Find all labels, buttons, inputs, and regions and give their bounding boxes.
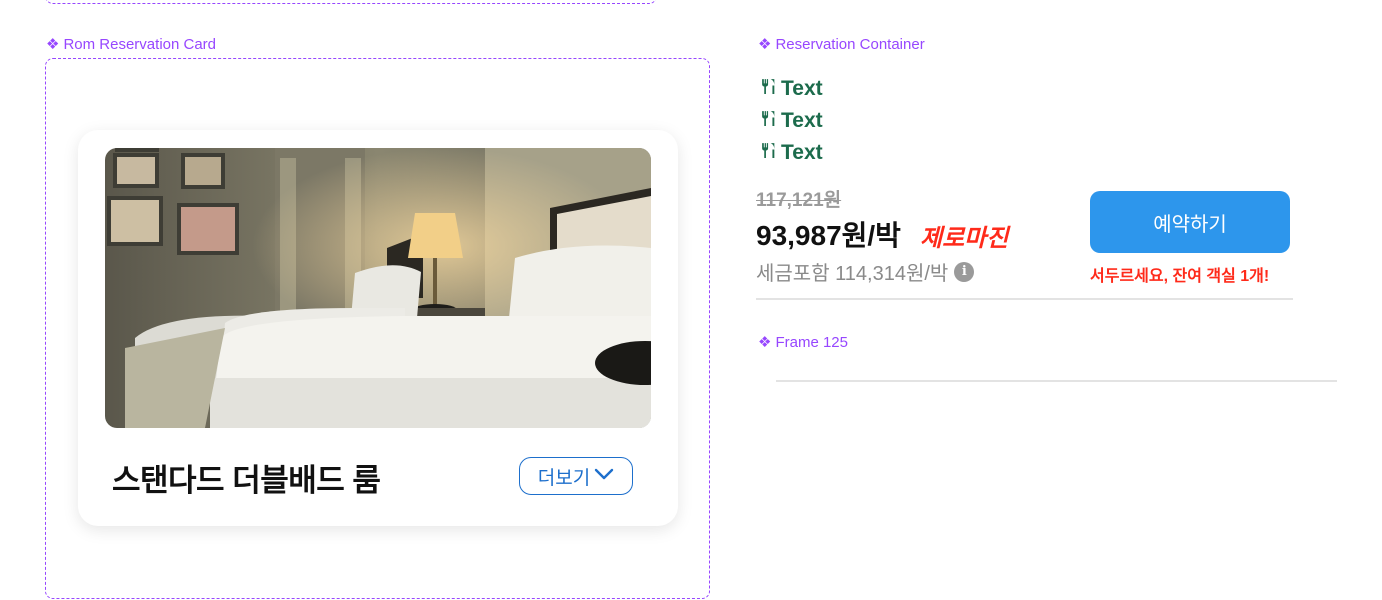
divider — [776, 380, 1337, 382]
info-icon[interactable]: i — [954, 261, 975, 282]
reservation-container-component-label: ❖ Reservation Container — [758, 36, 925, 53]
room-card-component-name: Rom Reservation Card — [63, 36, 217, 53]
more-label: 더보기 — [537, 467, 591, 489]
reserve-button[interactable]: 예약하기 — [1090, 191, 1290, 253]
fork-knife-icon — [760, 109, 777, 133]
amenity-label: Text — [781, 77, 823, 100]
fork-knife-icon — [760, 141, 777, 165]
amenity-item: Text — [760, 109, 823, 133]
divider — [756, 298, 1293, 300]
fork-knife-icon — [760, 77, 777, 101]
room-photo[interactable] — [105, 148, 651, 428]
amenity-label: Text — [781, 141, 823, 164]
frame-component-name: Frame 125 — [775, 334, 848, 351]
room-reservation-card[interactable]: 스탠다드 더블배드 룸 더보기 — [78, 130, 678, 526]
amenity-label: Text — [781, 109, 823, 132]
tax-included-label: 세금포함 114,314원/박 — [756, 263, 949, 285]
room-name: 스탠다드 더블배드 룸 — [112, 463, 381, 498]
component-icon: ❖ — [46, 36, 60, 53]
tax-included-price: 세금포함 114,314원/박 i — [756, 257, 975, 286]
chevron-down-icon — [594, 465, 614, 487]
reservation-container-component-name: Reservation Container — [775, 36, 925, 53]
previous-component-frame — [45, 0, 657, 4]
more-button[interactable]: 더보기 — [519, 457, 633, 495]
amenity-item: Text — [760, 77, 823, 101]
amenity-item: Text — [760, 141, 823, 165]
component-icon: ❖ — [758, 334, 772, 351]
urgency-message: 서두르세요, 잔여 객실 1개! — [1090, 268, 1270, 285]
zero-margin-badge: 제로마진 — [920, 225, 1009, 252]
room-card-component-label: ❖ Rom Reservation Card — [46, 36, 216, 53]
frame-component-label: ❖ Frame 125 — [758, 334, 848, 351]
canvas: ❖ Rom Reservation Card 스탠다드 더블배드 룸 더보기 ❖… — [0, 0, 1382, 600]
component-icon: ❖ — [758, 36, 772, 53]
current-price: 93,987원/박 — [756, 220, 901, 251]
original-price: 117,121원 — [756, 190, 842, 211]
